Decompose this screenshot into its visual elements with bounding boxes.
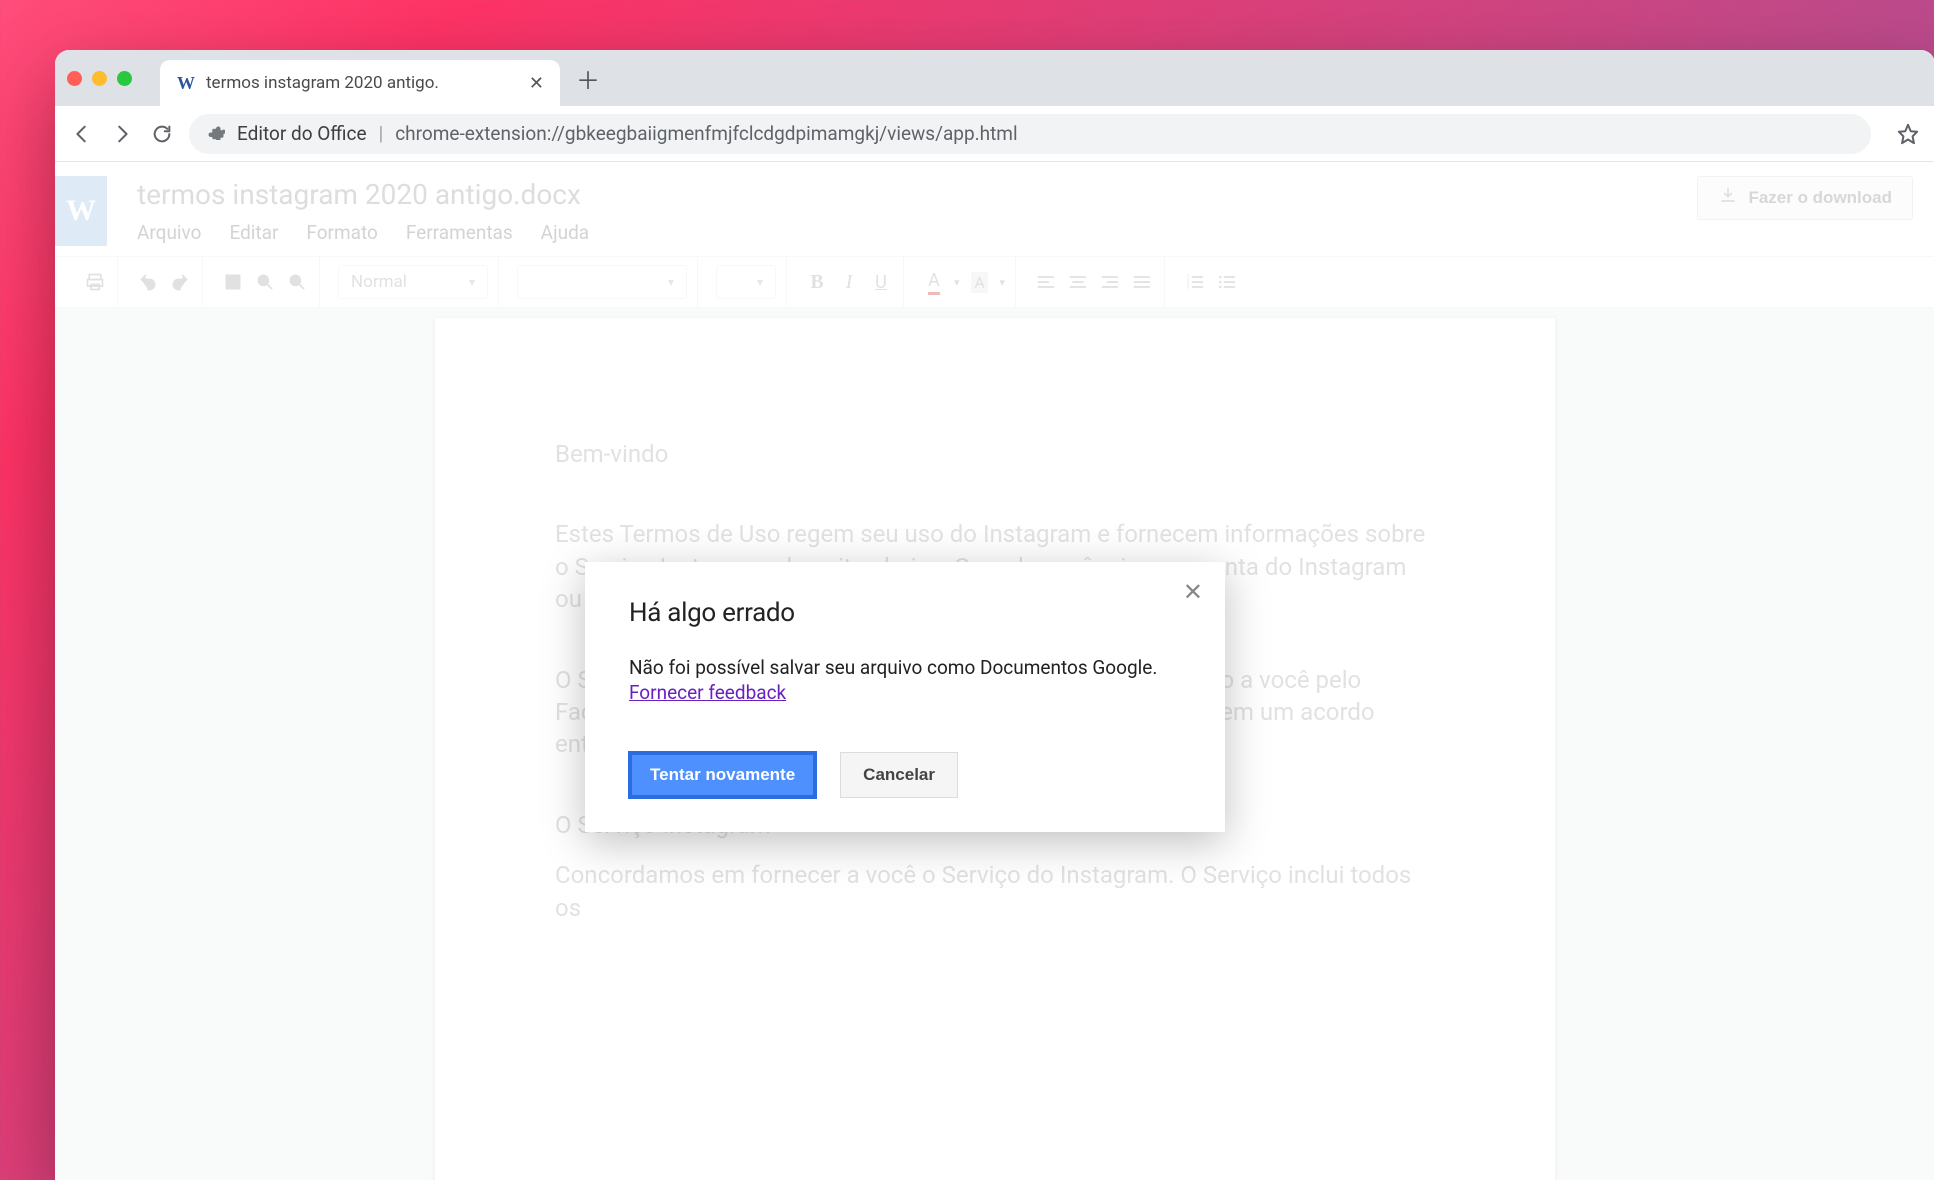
feedback-link[interactable]: Fornecer feedback <box>629 681 786 704</box>
error-dialog: ✕ Há algo errado Não foi possível salvar… <box>585 562 1225 832</box>
retry-button[interactable]: Tentar novamente <box>629 752 816 798</box>
editor-header: W termos instagram 2020 antigo.docx Arqu… <box>55 162 1934 252</box>
window-close-button[interactable] <box>67 71 82 86</box>
align-justify-icon[interactable] <box>1130 270 1154 294</box>
align-left-icon[interactable] <box>1034 270 1058 294</box>
highlight-color-icon[interactable]: A <box>968 270 992 294</box>
format-toolbar: Normal ▾ ▾ ▾ B I U <box>55 256 1934 308</box>
bold-icon[interactable]: B <box>805 270 829 294</box>
align-center-icon[interactable] <box>1066 270 1090 294</box>
window-minimize-button[interactable] <box>92 71 107 86</box>
new-tab-button[interactable]: ＋ <box>570 60 606 96</box>
address-bar[interactable]: Editor do Office | chrome-extension://gb… <box>189 114 1871 154</box>
app-viewport: W termos instagram 2020 antigo.docx Arqu… <box>55 162 1934 1180</box>
dialog-buttons: Tentar novamente Cancelar <box>629 752 1181 798</box>
chevron-down-icon: ▾ <box>757 275 763 289</box>
tab-title: termos instagram 2020 antigo. <box>206 73 519 93</box>
doc-meta: termos instagram 2020 antigo.docx Arquiv… <box>137 176 589 244</box>
editor-menu: Arquivo Editar Formato Ferramentas Ajuda <box>137 221 589 244</box>
menu-arquivo[interactable]: Arquivo <box>137 221 201 244</box>
style-selector-value: Normal <box>351 272 407 292</box>
print-icon[interactable] <box>83 270 107 294</box>
italic-icon[interactable]: I <box>837 270 861 294</box>
cancel-button[interactable]: Cancelar <box>840 752 958 798</box>
fit-icon[interactable] <box>221 270 245 294</box>
font-size-selector[interactable]: ▾ <box>716 265 776 299</box>
menu-ajuda[interactable]: Ajuda <box>541 221 589 244</box>
chevron-down-icon: ▾ <box>668 275 674 289</box>
bulleted-list-icon[interactable] <box>1215 270 1239 294</box>
redo-icon[interactable] <box>168 270 192 294</box>
download-button[interactable]: Fazer o download <box>1697 176 1913 220</box>
download-label: Fazer o download <box>1748 188 1892 208</box>
bookmark-star-icon[interactable] <box>1895 121 1921 147</box>
doc-title[interactable]: termos instagram 2020 antigo.docx <box>137 178 589 211</box>
address-label: Editor do Office <box>237 122 367 145</box>
nav-reload-button[interactable] <box>149 121 175 147</box>
tab-close-icon[interactable]: ✕ <box>529 73 544 94</box>
undo-icon[interactable] <box>136 270 160 294</box>
underline-icon[interactable]: U <box>869 270 893 294</box>
align-right-icon[interactable] <box>1098 270 1122 294</box>
doc-paragraph: Concordamos em fornecer a você o Serviço… <box>555 859 1435 924</box>
download-icon <box>1718 186 1738 211</box>
browser-toolbar: Editor do Office | chrome-extension://gb… <box>55 106 1934 162</box>
zoom-out-icon[interactable] <box>285 270 309 294</box>
tab-favicon: W <box>176 73 196 93</box>
style-selector[interactable]: Normal ▾ <box>338 265 488 299</box>
font-family-selector[interactable]: ▾ <box>517 265 687 299</box>
extension-icon <box>207 122 225 145</box>
window-maximize-button[interactable] <box>117 71 132 86</box>
zoom-in-icon[interactable] <box>253 270 277 294</box>
dialog-close-icon[interactable]: ✕ <box>1183 580 1203 604</box>
dialog-message: Não foi possível salvar seu arquivo como… <box>629 656 1181 679</box>
doc-paragraph: Bem-vindo <box>555 438 1435 470</box>
text-color-icon[interactable]: A <box>922 270 946 294</box>
address-separator: | <box>379 122 384 145</box>
chevron-down-icon: ▾ <box>469 275 475 289</box>
doc-type-icon: W <box>55 176 107 246</box>
browser-tab[interactable]: W termos instagram 2020 antigo. ✕ <box>160 60 560 106</box>
browser-window: W termos instagram 2020 antigo. ✕ ＋ Edit… <box>55 50 1934 1180</box>
dialog-title: Há algo errado <box>629 598 1181 628</box>
svg-text:3: 3 <box>1187 285 1190 291</box>
menu-editar[interactable]: Editar <box>229 221 278 244</box>
chevron-down-icon[interactable]: ▾ <box>954 276 960 289</box>
menu-formato[interactable]: Formato <box>306 221 377 244</box>
window-controls <box>67 71 132 86</box>
nav-forward-button[interactable] <box>109 121 135 147</box>
numbered-list-icon[interactable]: 123 <box>1183 270 1207 294</box>
tab-strip: W termos instagram 2020 antigo. ✕ ＋ <box>55 50 1934 106</box>
address-url: chrome-extension://gbkeegbaiigmenfmjfclc… <box>395 122 1017 145</box>
menu-ferramentas[interactable]: Ferramentas <box>406 221 513 244</box>
nav-back-button[interactable] <box>69 121 95 147</box>
chevron-down-icon[interactable]: ▾ <box>1000 276 1006 289</box>
